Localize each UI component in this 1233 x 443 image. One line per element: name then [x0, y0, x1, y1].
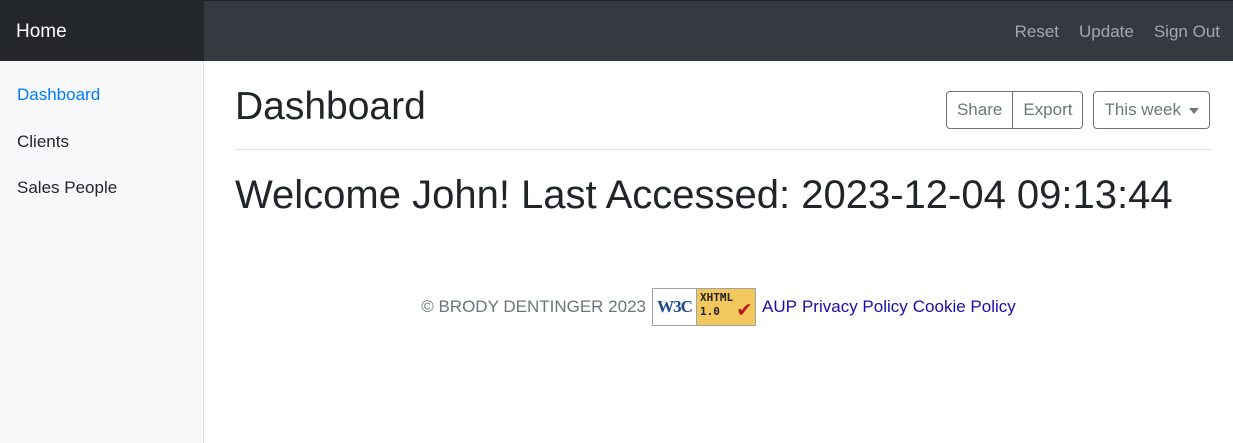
welcome-message: Welcome John! Last Accessed: 2023-12-04 … — [235, 173, 1173, 217]
toolbar: Share Export This week — [945, 91, 1210, 129]
xhtml-text: XHTML — [700, 291, 734, 304]
navbar-links: Reset Update Sign Out — [1005, 1, 1230, 62]
sign-out-link[interactable]: Sign Out — [1144, 22, 1230, 42]
footer: © BRODY DENTINGER 2023 W3C XHTML 1.0 ✔ A… — [204, 288, 1233, 326]
sidebar-item-sales-people[interactable]: Sales People — [0, 176, 203, 223]
export-button[interactable]: Export — [1013, 91, 1084, 129]
cookie-policy-link[interactable]: Cookie Policy — [913, 297, 1016, 317]
sidebar-item-dashboard[interactable]: Dashboard — [0, 83, 203, 130]
footer-links: AUP Privacy Policy Cookie Policy — [762, 297, 1016, 317]
header-divider — [235, 149, 1211, 150]
privacy-policy-link[interactable]: Privacy Policy — [802, 297, 908, 317]
sidebar-item-clients[interactable]: Clients — [0, 130, 203, 177]
copyright-text: © BRODY DENTINGER 2023 — [421, 297, 646, 316]
date-range-dropdown[interactable]: This week — [1093, 91, 1210, 129]
date-range-label: This week — [1104, 100, 1181, 119]
share-button[interactable]: Share — [945, 91, 1014, 129]
caret-down-icon — [1189, 108, 1199, 114]
sidebar: Dashboard Clients Sales People — [0, 61, 204, 443]
home-link[interactable]: Home — [0, 1, 204, 62]
top-navbar: Home Reset Update Sign Out — [0, 0, 1233, 62]
xhtml-version-label: XHTML 1.0 ✔ — [697, 289, 755, 325]
page-title: Dashboard — [235, 85, 426, 128]
main-content: Dashboard Share Export This week Welcome… — [204, 61, 1233, 443]
checkmark-icon: ✔ — [737, 297, 751, 322]
update-link[interactable]: Update — [1069, 22, 1144, 42]
w3c-xhtml-badge[interactable]: W3C XHTML 1.0 ✔ — [652, 288, 756, 326]
reset-link[interactable]: Reset — [1005, 22, 1069, 42]
share-export-group: Share Export — [945, 91, 1084, 129]
aup-link[interactable]: AUP — [762, 297, 797, 317]
xhtml-version-text: 1.0 — [700, 305, 720, 318]
w3c-logo-text: W3C — [653, 289, 697, 325]
